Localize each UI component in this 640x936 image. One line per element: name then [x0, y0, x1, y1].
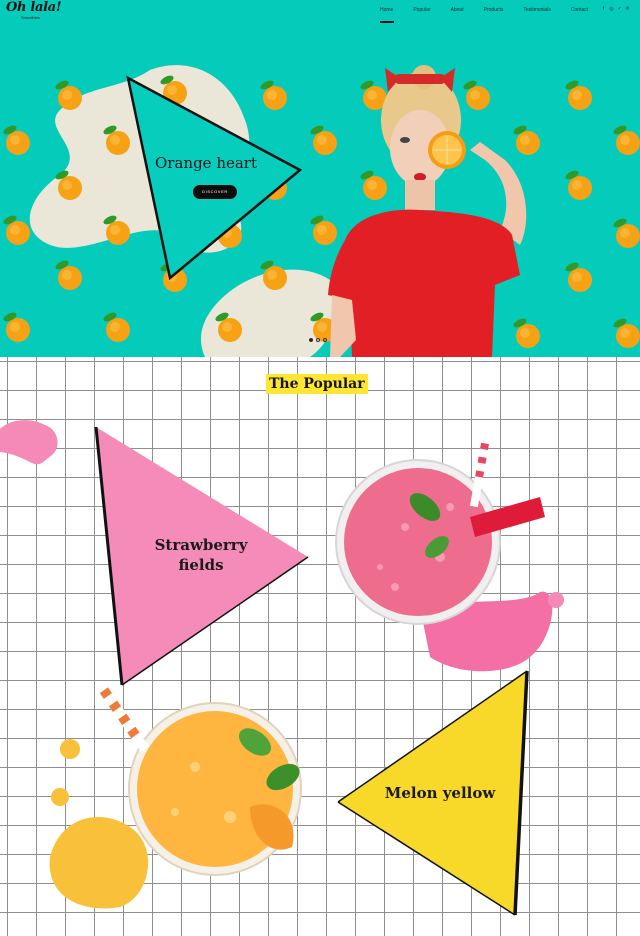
slide-dot-1[interactable]	[309, 338, 313, 342]
twitter-icon[interactable]: ✓	[617, 7, 622, 12]
hero-slider: Orange heart DISCOVER	[0, 0, 640, 357]
strawberry-smoothie-image	[335, 436, 564, 672]
popular-section: The Popular Strawberry fields Melon yell…	[0, 357, 640, 936]
nav-item-testimonials[interactable]: Testimonials	[523, 7, 551, 13]
card-label-melon[interactable]: Melon yellow	[375, 783, 505, 803]
nav-item-popular[interactable]: Popular	[413, 7, 430, 13]
nav-item-contact[interactable]: Contact	[571, 7, 588, 13]
section-title: The Popular	[266, 374, 368, 394]
brand-tagline: Smoothies	[21, 15, 40, 20]
pinterest-icon[interactable]: ℗	[625, 7, 630, 12]
peach-smoothie-image	[49, 680, 302, 909]
popular-section-art	[0, 420, 564, 916]
slide-dot-2[interactable]	[316, 338, 320, 342]
nav-item-home[interactable]: Home	[380, 7, 395, 23]
brand-logo[interactable]: Oh lala! Smoothies	[6, 0, 62, 21]
model-illustration	[328, 65, 527, 357]
nav-item-about[interactable]: About	[451, 7, 464, 13]
social-links: f ◎ ✓ ℗	[601, 7, 630, 12]
hero-title: Orange heart	[155, 154, 257, 172]
facebook-icon[interactable]: f	[601, 7, 606, 12]
card-label-strawberry[interactable]: Strawberry fields	[146, 535, 256, 575]
brand-name: Oh lala!	[6, 0, 62, 15]
main-menu: Home Popular About Products Testimonials…	[380, 7, 608, 23]
top-navigation: Oh lala! Smoothies Home Popular About Pr…	[0, 0, 640, 26]
slide-dot-3[interactable]	[323, 338, 327, 342]
slider-pagination	[309, 338, 327, 342]
nav-item-products[interactable]: Products	[484, 7, 504, 13]
instagram-icon[interactable]: ◎	[609, 7, 614, 12]
hero-background-art	[2, 65, 640, 357]
discover-button[interactable]: DISCOVER	[193, 185, 237, 199]
orange-decoration	[54, 78, 82, 110]
